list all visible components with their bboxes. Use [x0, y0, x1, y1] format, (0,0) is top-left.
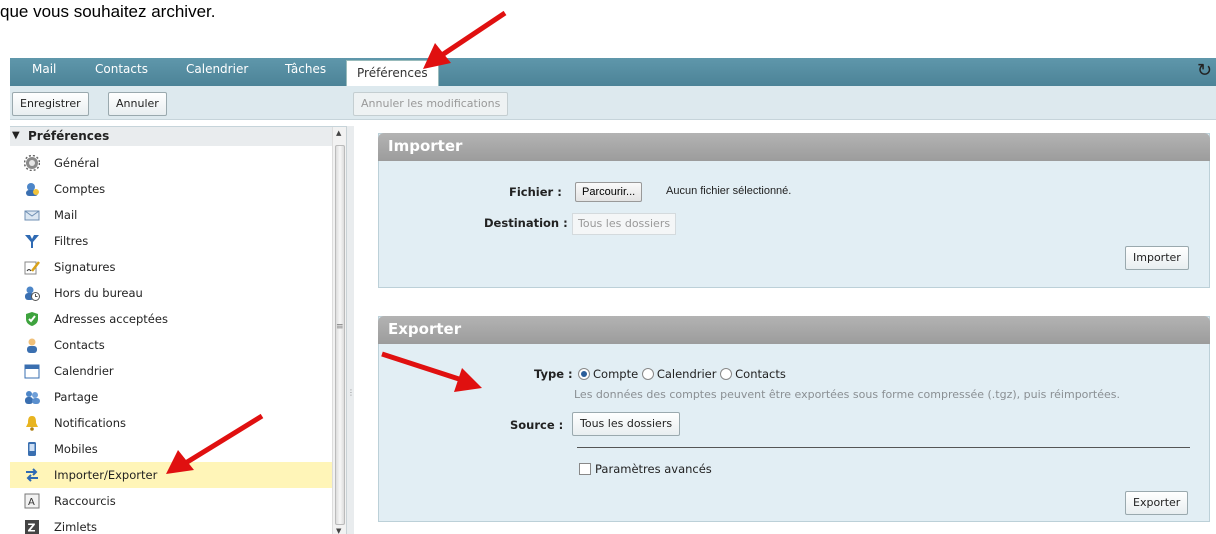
type-option-compte[interactable]: Compte [578, 367, 638, 381]
export-panel-title: Exporter [378, 316, 1210, 344]
annotation-arrow-icon [166, 413, 264, 474]
app-tab-bar: Mail Contacts Calendrier Tâches Préféren… [10, 58, 1216, 86]
type-option-calendrier[interactable]: Calendrier [641, 367, 717, 381]
sidebar-item-label: Hors du bureau [54, 286, 143, 300]
calendar-icon [24, 364, 40, 379]
sidebar-item-calendrier[interactable]: Calendrier [10, 358, 332, 384]
type-radio-group: Compte Calendrier Contacts [578, 367, 786, 381]
destination-label: Destination : [484, 216, 568, 230]
accounts-icon [26, 183, 39, 196]
refresh-icon[interactable]: ↻ [1197, 60, 1212, 81]
tab-contacts[interactable]: Contacts [95, 58, 148, 82]
zimlet-icon: Z [25, 520, 39, 534]
divider [577, 447, 1190, 448]
browse-button[interactable]: Parcourir... [575, 182, 643, 202]
sidebar-item-label: Calendrier [54, 364, 114, 378]
filter-icon [25, 235, 39, 248]
tab-mail[interactable]: Mail [32, 58, 56, 82]
import-panel-title: Importer [378, 133, 1210, 161]
pane-splitter[interactable]: ⋮ [346, 126, 355, 534]
sidebar-scrollbar[interactable]: ▲ ≡ ▼ [332, 127, 346, 534]
sidebar-item-label: Contacts [54, 338, 105, 352]
sidebar-item-contacts[interactable]: Contacts [10, 332, 332, 358]
svg-text:Z: Z [28, 522, 36, 534]
annotation-arrow-icon [423, 10, 507, 69]
sidebar-item-label: Importer/Exporter [54, 468, 158, 482]
save-button[interactable]: Enregistrer [12, 92, 89, 116]
bell-icon [26, 416, 38, 431]
radio-icon[interactable] [641, 368, 654, 380]
document-text: que vous souhaitez archiver. [0, 2, 216, 21]
type-label: Type : [534, 367, 573, 381]
sidebar-item-label: Notifications [54, 416, 126, 430]
scroll-up-icon[interactable]: ▲ [336, 129, 341, 137]
sidebar-item-label: Mobiles [54, 442, 98, 456]
sidebar-item-signatures[interactable]: Signatures [10, 254, 332, 280]
sidebar-item-partage[interactable]: Partage [10, 384, 332, 410]
contact-icon [27, 338, 37, 353]
undo-changes-button[interactable]: Annuler les modifications [353, 92, 509, 116]
file-label: Fichier : [509, 185, 562, 199]
export-panel: Exporter Type : Compte Calendrier Contac… [378, 316, 1210, 522]
collapse-triangle-icon[interactable]: ▼ [12, 127, 20, 145]
no-file-selected-text: Aucun fichier sélectionné. [666, 185, 792, 197]
import-panel: Importer Fichier : Parcourir... Aucun fi… [378, 133, 1210, 288]
toolbar: Enregistrer Annuler Annuler les modifica… [10, 86, 1216, 120]
annotation-arrow-icon [381, 351, 482, 392]
sidebar-item-comptes[interactable]: Comptes [10, 176, 332, 202]
tab-calendrier[interactable]: Calendrier [186, 58, 248, 82]
mobile-phone-icon [28, 442, 36, 456]
signature-icon [24, 261, 40, 275]
sidebar-item-label: Comptes [54, 182, 106, 196]
scroll-down-icon[interactable]: ▼ [336, 527, 341, 534]
type-option-label: Compte [593, 367, 639, 381]
scrollbar-grip-icon: ≡ [336, 322, 344, 332]
sidebar-item-adresses-acceptees[interactable]: Adresses acceptées [10, 306, 332, 332]
scrollbar-thumb[interactable] [335, 145, 345, 525]
sidebar-item-label: Général [54, 156, 100, 170]
type-option-contacts[interactable]: Contacts [720, 367, 786, 381]
source-select-button[interactable]: Tous les dossiers [572, 412, 681, 436]
tree-header-label: Préférences [28, 129, 110, 143]
sidebar-item-hors-du-bureau[interactable]: Hors du bureau [10, 280, 332, 306]
sidebar-item-mail[interactable]: Mail [10, 202, 332, 228]
sharing-icon [25, 391, 40, 404]
sidebar-item-label: Raccourcis [54, 494, 116, 508]
radio-icon[interactable] [720, 368, 733, 380]
import-export-icon [26, 468, 38, 482]
tab-taches[interactable]: Tâches [285, 58, 326, 82]
export-hint-text: Les données des comptes peuvent être exp… [574, 388, 1121, 401]
radio-selected-icon[interactable] [578, 368, 590, 380]
advanced-settings-label: Paramètres avancés [595, 462, 712, 476]
import-button[interactable]: Importer [1125, 246, 1189, 270]
sidebar-item-label: Partage [54, 390, 99, 404]
sidebar-item-zimlets[interactable]: Z Zimlets [10, 514, 332, 534]
sidebar-item-label: Zimlets [54, 520, 98, 534]
sidebar-item-raccourcis[interactable]: A Raccourcis [10, 488, 332, 514]
gear-icon [24, 155, 40, 171]
sidebar-item-general[interactable]: Général [10, 150, 332, 176]
shield-check-icon [26, 312, 38, 326]
sidebar-item-label: Filtres [54, 234, 89, 248]
type-option-label: Contacts [735, 367, 786, 381]
sidebar-item-filtres[interactable]: Filtres [10, 228, 332, 254]
sidebar-item-label: Signatures [54, 260, 116, 274]
tree-header[interactable]: ▼ Préférences [10, 127, 332, 146]
out-of-office-icon [25, 286, 40, 301]
envelope-icon [24, 210, 40, 221]
keyboard-shortcut-icon: A [24, 493, 40, 509]
sidebar-item-label: Mail [54, 208, 78, 222]
svg-text:A: A [28, 497, 35, 508]
source-label: Source : [510, 418, 564, 432]
cancel-button[interactable]: Annuler [108, 92, 167, 116]
sidebar-item-label: Adresses acceptées [54, 312, 168, 326]
advanced-settings-checkbox[interactable] [579, 463, 591, 475]
type-option-label: Calendrier [656, 367, 717, 381]
export-button[interactable]: Exporter [1125, 491, 1189, 515]
destination-select[interactable]: Tous les dossiers [572, 213, 677, 235]
